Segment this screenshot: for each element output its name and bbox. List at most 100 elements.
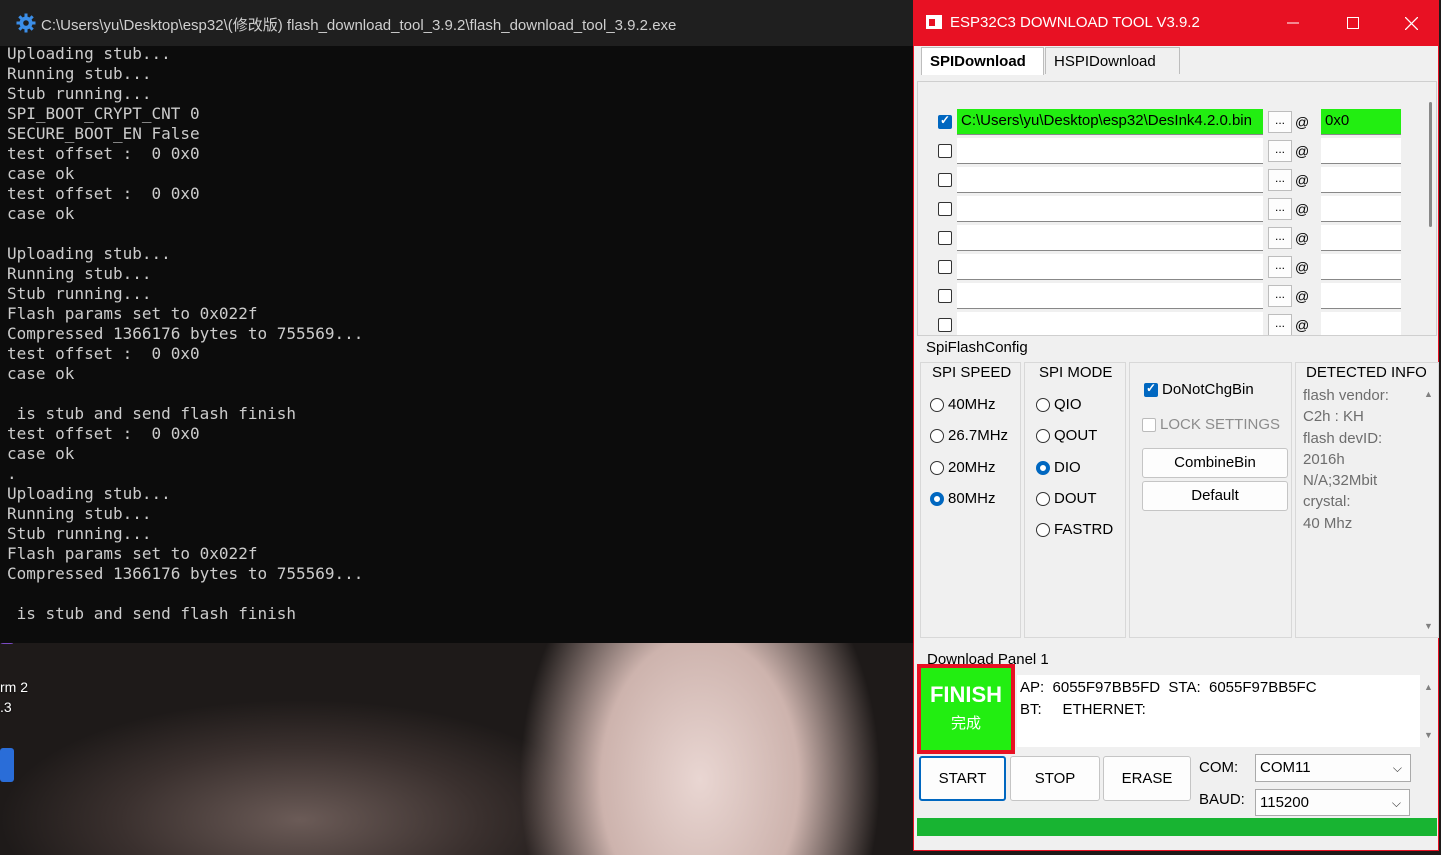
radio-label: 20MHz xyxy=(948,458,996,476)
start-button[interactable]: START xyxy=(919,756,1006,801)
app-window-icon xyxy=(926,15,942,29)
file-enable-checkbox[interactable] xyxy=(938,173,952,187)
com-select[interactable]: COM11 ⌵ xyxy=(1255,754,1411,782)
maximize-button[interactable] xyxy=(1324,0,1382,46)
file-enable-checkbox[interactable] xyxy=(938,318,952,332)
console-line: Stub running... xyxy=(7,284,152,303)
file-path-input[interactable] xyxy=(957,196,1263,222)
console-line: test offset : 0 0x0 xyxy=(7,424,200,443)
file-enable-checkbox[interactable] xyxy=(938,202,952,216)
flash-address-input[interactable] xyxy=(1321,138,1401,164)
scroll-up-arrow-icon[interactable]: ▲ xyxy=(1424,682,1433,692)
file-path-input[interactable] xyxy=(957,138,1263,164)
mac-ap-sta-line: AP: 6055F97BB5FD STA: 6055F97BB5FC xyxy=(1020,679,1317,696)
radio-dout[interactable]: DOUT xyxy=(1036,490,1097,512)
combinebin-button[interactable]: CombineBin xyxy=(1142,448,1288,478)
default-button[interactable]: Default xyxy=(1142,481,1288,511)
console-line: Running stub... xyxy=(7,504,152,523)
download-progress-bar xyxy=(917,818,1437,836)
detected-info-line: 2016h xyxy=(1303,450,1345,468)
status-text-cn: 完成 xyxy=(950,715,981,732)
stop-button[interactable]: STOP xyxy=(1010,756,1100,801)
file-enable-checkbox[interactable] xyxy=(938,231,952,245)
file-path-input[interactable]: C:\Users\yu\Desktop\esp32\DesInk4.2.0.bi… xyxy=(957,109,1263,135)
scroll-down-arrow-icon[interactable]: ▼ xyxy=(1424,621,1433,631)
browse-file-button[interactable]: ... xyxy=(1268,314,1292,335)
mac-info-box[interactable]: AP: 6055F97BB5FD STA: 6055F97BB5FC BT: E… xyxy=(1017,675,1420,747)
browse-file-button[interactable]: ... xyxy=(1268,111,1292,133)
close-button[interactable] xyxy=(1382,0,1440,46)
flash-address-input[interactable] xyxy=(1321,283,1401,309)
erase-button[interactable]: ERASE xyxy=(1103,756,1191,801)
radio-icon xyxy=(930,398,944,413)
scroll-up-arrow-icon[interactable]: ▲ xyxy=(1424,389,1433,399)
file-enable-checkbox[interactable] xyxy=(938,113,952,129)
file-path-input[interactable] xyxy=(957,167,1263,193)
detected-info-line: flash devID: xyxy=(1303,429,1383,447)
radio-fastrd[interactable]: FASTRD xyxy=(1036,521,1113,543)
detected-info-line: N/A;32Mbit xyxy=(1303,472,1378,490)
file-path-input[interactable] xyxy=(957,283,1263,309)
file-enable-checkbox[interactable] xyxy=(938,260,952,274)
mac-scrollbar[interactable]: ▲ ▼ xyxy=(1419,675,1437,747)
console-line: SECURE_BOOT_EN False xyxy=(7,124,200,143)
console-line: SPI_BOOT_CRYPT_CNT 0 xyxy=(7,104,200,123)
file-path-input[interactable] xyxy=(957,225,1263,251)
flash-address-input[interactable] xyxy=(1321,167,1401,193)
radio-label: FASTRD xyxy=(1054,521,1114,539)
browse-file-button[interactable]: ... xyxy=(1268,256,1292,278)
download-tool-window[interactable]: ESP32C3 DOWNLOAD TOOL V3.9.2 SPIDownload… xyxy=(913,0,1439,851)
file-row: C:\Users\yu\Desktop\esp32\DesInk4.2.0.bi… xyxy=(918,109,1418,138)
at-label: @ xyxy=(1295,317,1310,333)
console-line: Uploading stub... xyxy=(7,44,171,63)
radio-80mhz[interactable]: 80MHz xyxy=(930,490,996,512)
radio-label: QIO xyxy=(1054,396,1082,413)
file-list-scrollbar[interactable] xyxy=(1429,102,1432,227)
detected-info-line: flash vendor: xyxy=(1303,387,1389,404)
radio-20mhz[interactable]: 20MHz xyxy=(930,459,996,481)
file-enable-checkbox[interactable] xyxy=(938,144,952,158)
desktop-icon-label[interactable]: .3 xyxy=(0,699,12,715)
browse-file-button[interactable]: ... xyxy=(1268,140,1292,162)
console-output[interactable]: Uploading stub... Running stub... Stub run… xyxy=(7,44,907,639)
radio-label: DIO xyxy=(1054,458,1081,476)
console-window[interactable]: C:\Users\yu\Desktop\esp32\(修改版) flash_do… xyxy=(0,0,914,643)
browse-file-button[interactable]: ... xyxy=(1268,169,1292,191)
browse-file-button[interactable]: ... xyxy=(1268,198,1292,220)
radio-dio[interactable]: DIO xyxy=(1036,459,1081,481)
tab-hspidownload[interactable]: HSPIDownload xyxy=(1045,47,1180,74)
console-line: is stub and send flash finish xyxy=(7,604,296,623)
flash-address-input[interactable]: 0x0 xyxy=(1321,109,1401,135)
donotchgbin-checkbox[interactable]: DoNotChgBin xyxy=(1144,381,1254,398)
minimize-button[interactable] xyxy=(1264,0,1322,46)
flash-address-input[interactable] xyxy=(1321,225,1401,251)
flash-address-input[interactable] xyxy=(1321,254,1401,280)
radio-qout[interactable]: QOUT xyxy=(1036,427,1097,449)
console-titlebar[interactable]: C:\Users\yu\Desktop\esp32\(修改版) flash_do… xyxy=(0,0,913,46)
lock-settings-checkbox[interactable]: LOCK SETTINGS xyxy=(1142,416,1280,433)
baud-select[interactable]: 115200 ⌵ xyxy=(1255,789,1410,816)
at-label: @ xyxy=(1295,114,1310,130)
file-path-input[interactable] xyxy=(957,254,1263,280)
radio-267mhz[interactable]: 26.7MHz xyxy=(930,427,1008,449)
file-path-input[interactable] xyxy=(957,312,1263,335)
file-enable-checkbox[interactable] xyxy=(938,289,952,303)
radio-qio[interactable]: QIO xyxy=(1036,396,1082,418)
desktop-icon-label[interactable]: rm 2 xyxy=(0,679,28,695)
flash-address-input[interactable] xyxy=(1321,196,1401,222)
console-line: Compressed 1366176 bytes to 755569... xyxy=(7,564,364,583)
radio-40mhz[interactable]: 40MHz xyxy=(930,396,996,418)
desktop-app-icon[interactable] xyxy=(0,748,14,782)
browse-file-button[interactable]: ... xyxy=(1268,227,1292,249)
browse-file-button[interactable]: ... xyxy=(1268,285,1292,307)
tool-titlebar[interactable]: ESP32C3 DOWNLOAD TOOL V3.9.2 xyxy=(914,0,1439,46)
flash-address-input[interactable] xyxy=(1321,312,1401,335)
console-line: Running stub... xyxy=(7,264,152,283)
spi-speed-label: SPI SPEED xyxy=(932,364,1012,381)
tab-spidownload[interactable]: SPIDownload xyxy=(921,47,1044,75)
scroll-down-arrow-icon[interactable]: ▼ xyxy=(1424,730,1433,740)
detected-info-label: DETECTED INFO xyxy=(1306,364,1427,381)
at-label: @ xyxy=(1295,143,1310,159)
